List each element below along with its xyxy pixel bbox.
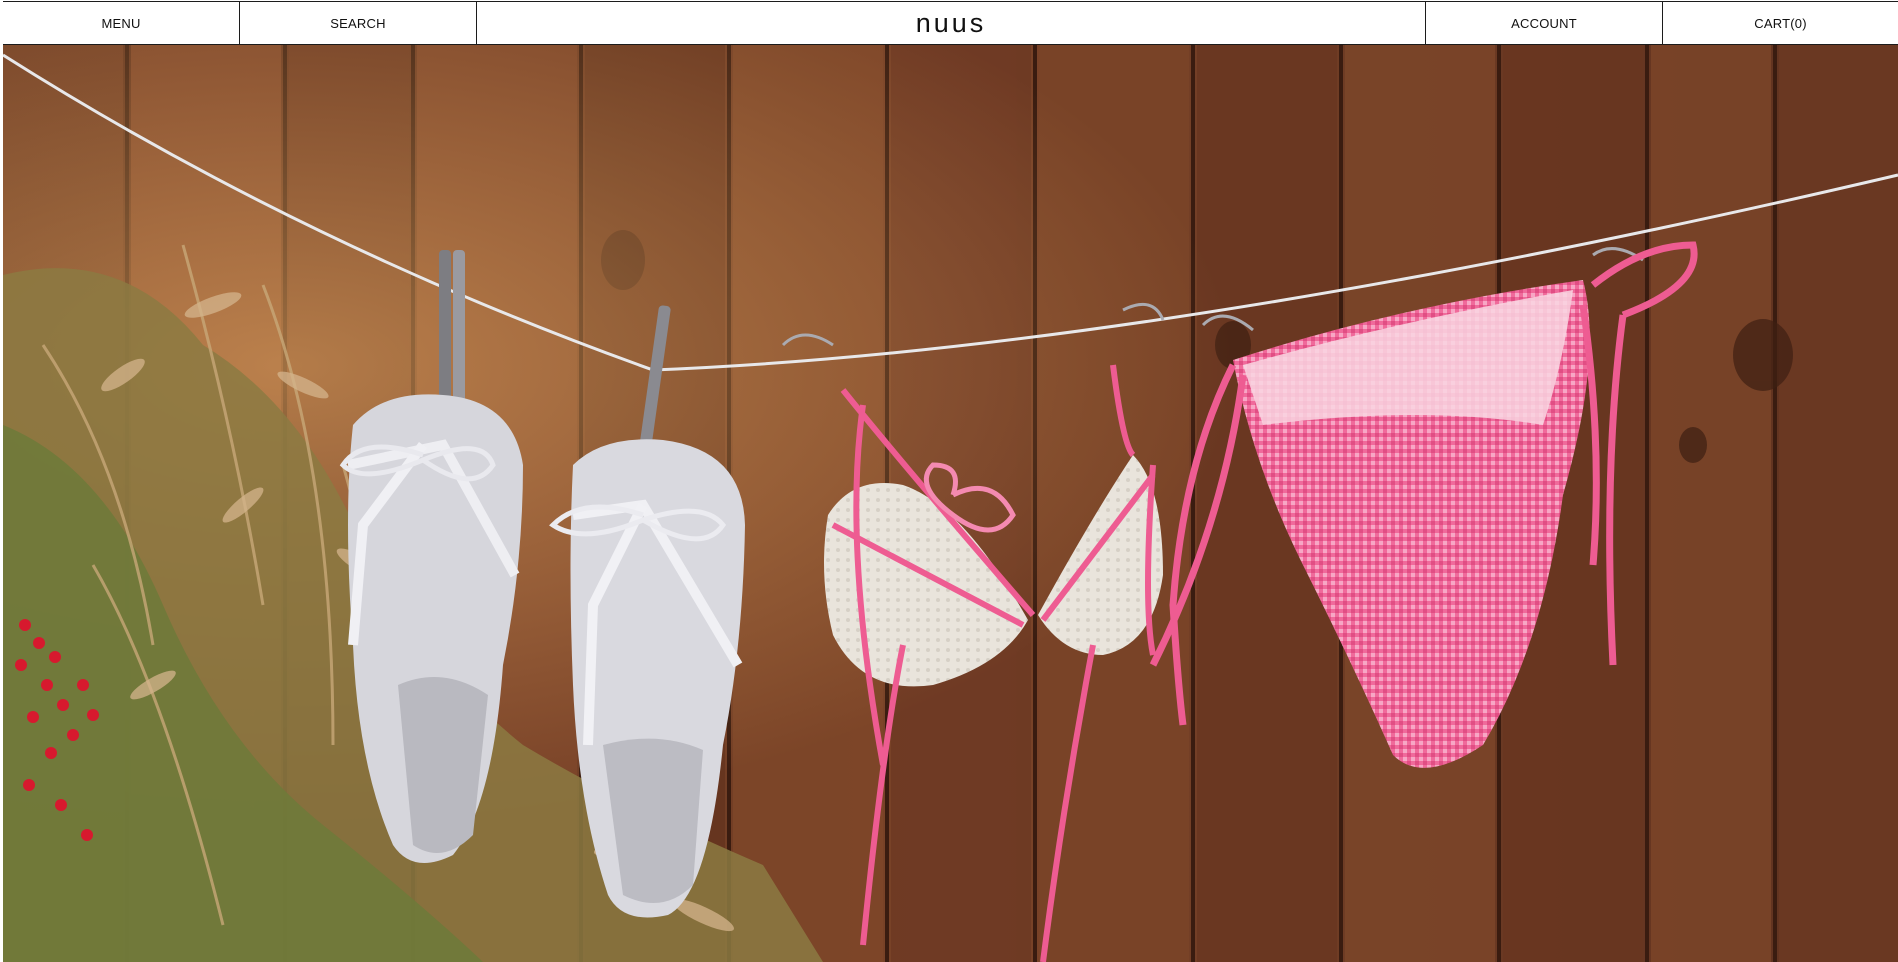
menu-label: MENU	[101, 15, 141, 31]
cart-label: CART	[1754, 15, 1791, 31]
account-label: ACCOUNT	[1511, 15, 1577, 31]
search-label: SEARCH	[330, 15, 386, 31]
cart-count: (0)	[1790, 15, 1807, 31]
account-button[interactable]: ACCOUNT	[1425, 2, 1662, 44]
clothesline-photo	[3, 45, 1898, 962]
search-button[interactable]: SEARCH	[240, 2, 477, 44]
cart-button[interactable]: CART (0)	[1662, 2, 1898, 44]
top-navigation: MENU SEARCH nuus ACCOUNT CART (0)	[3, 1, 1898, 45]
logo-text: nuus	[915, 7, 987, 38]
menu-button[interactable]: MENU	[3, 2, 240, 44]
hero-banner-image[interactable]	[3, 45, 1898, 962]
brand-logo[interactable]: nuus	[477, 2, 1425, 44]
page-frame: MENU SEARCH nuus ACCOUNT CART (0)	[3, 1, 1898, 962]
